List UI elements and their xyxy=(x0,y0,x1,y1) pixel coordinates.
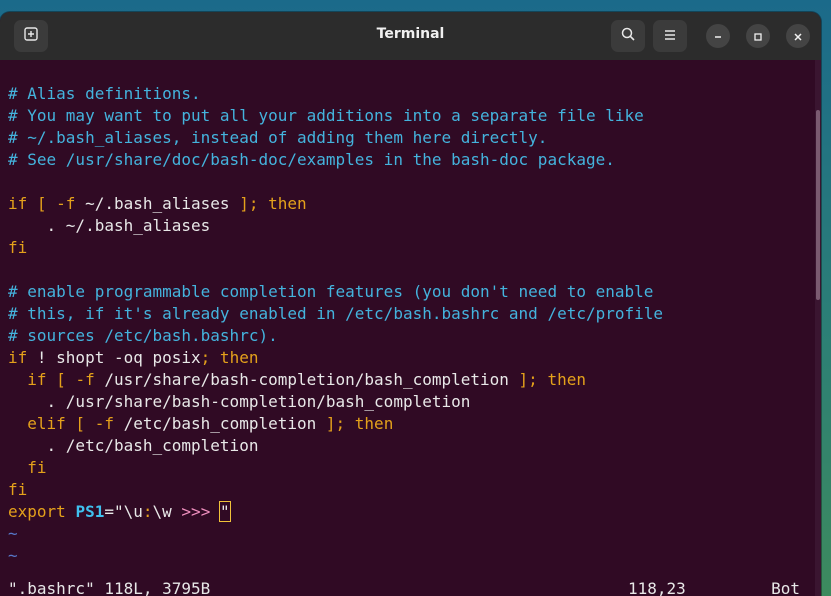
code-token: /etc/bash_completion xyxy=(113,414,326,433)
status-cursor-position: 118,23 xyxy=(628,579,686,596)
code-token: . /etc/bash_completion xyxy=(8,436,259,455)
code-line: if ! shopt -oq posix; then xyxy=(8,347,811,369)
code-line: ~ xyxy=(8,545,811,567)
code-token: -f xyxy=(56,194,76,213)
code-token: # Alias definitions. xyxy=(8,84,201,103)
code-token: ]; xyxy=(518,370,538,389)
code-token: -f xyxy=(94,414,114,433)
code-token: ~ xyxy=(8,546,18,565)
code-token: # You may want to put all your additions… xyxy=(8,106,644,125)
code-line: # See /usr/share/doc/bash-doc/examples i… xyxy=(8,149,811,171)
scrollbar-thumb[interactable] xyxy=(816,110,820,300)
close-button[interactable] xyxy=(786,24,810,48)
status-file-info: ".bashrc" 118L, 3795B xyxy=(8,579,211,596)
close-icon xyxy=(793,27,803,46)
code-token: -f xyxy=(75,370,95,389)
code-token: =" xyxy=(104,502,124,521)
code-line: ~ xyxy=(8,523,811,545)
code-token: then xyxy=(210,348,259,367)
code-line: # Alias definitions. xyxy=(8,83,811,105)
search-button[interactable] xyxy=(611,20,645,52)
code-token: if xyxy=(8,348,28,367)
code-token: then xyxy=(537,370,586,389)
code-token: export xyxy=(8,502,76,521)
maximize-icon xyxy=(753,27,763,46)
code-token: : xyxy=(142,502,153,521)
code-token: fi xyxy=(8,458,47,477)
code-line: if [ -f /usr/share/bash-completion/bash_… xyxy=(8,369,811,391)
maximize-button[interactable] xyxy=(746,24,770,48)
code-token: ]; xyxy=(239,194,259,213)
code-token: ~/.bash_aliases xyxy=(75,194,240,213)
code-line: . /etc/bash_completion xyxy=(8,435,811,457)
window-title: Terminal xyxy=(376,26,445,42)
code-line: # this, if it's already enabled in /etc/… xyxy=(8,303,811,325)
code-token: fi xyxy=(8,238,28,257)
code-token: ; xyxy=(200,348,211,367)
code-line: # enable programmable completion feature… xyxy=(8,281,811,303)
code-token: then xyxy=(258,194,307,213)
code-token: fi xyxy=(8,480,28,499)
code-token: ]; xyxy=(325,414,346,433)
code-line: fi xyxy=(8,479,811,501)
code-token: elif xyxy=(8,414,66,433)
code-token: # See /usr/share/doc/bash-doc/examples i… xyxy=(8,150,615,169)
code-token: if xyxy=(8,370,47,389)
code-token: . /usr/share/bash-completion/bash_comple… xyxy=(8,392,471,411)
code-token: \w xyxy=(152,502,182,521)
status-scroll-position: Bot xyxy=(771,579,800,596)
title-bar[interactable]: Terminal xyxy=(0,12,821,60)
code-line: elif [ -f /etc/bash_completion ]; then xyxy=(8,413,811,435)
code-token: # ~/.bash_aliases, instead of adding the… xyxy=(8,128,548,147)
code-line: export PS1="\u:\w >>> " xyxy=(8,501,811,523)
code-token: ! shopt -oq posix xyxy=(27,348,201,367)
code-line: fi xyxy=(8,457,811,479)
vim-editor-buffer[interactable]: # Alias definitions. # You may want to pu… xyxy=(8,83,811,567)
code-token: [ xyxy=(27,194,57,213)
code-token: # this, if it's already enabled in /etc/… xyxy=(8,304,664,323)
text-cursor: " xyxy=(218,501,231,522)
code-token: then xyxy=(345,414,394,433)
code-line: # You may want to put all your additions… xyxy=(8,105,811,127)
vim-status-line: ".bashrc" 118L, 3795B 118,23 Bot xyxy=(8,578,800,596)
code-token: PS1 xyxy=(75,502,105,521)
code-token: ~ xyxy=(8,524,18,543)
code-line: fi xyxy=(8,237,811,259)
search-icon xyxy=(620,26,636,46)
menu-button[interactable] xyxy=(653,20,687,52)
terminal-window: Terminal # Alias definitions. # You may … xyxy=(0,12,821,596)
code-token: # enable programmable completion feature… xyxy=(8,282,654,301)
hamburger-menu-icon xyxy=(663,27,677,46)
code-line: . /usr/share/bash-completion/bash_comple… xyxy=(8,391,811,413)
code-token: # sources /etc/bash.bashrc). xyxy=(8,326,278,345)
code-token: [ xyxy=(46,370,76,389)
code-token: /usr/share/bash-completion/bash_completi… xyxy=(94,370,519,389)
code-line: # ~/.bash_aliases, instead of adding the… xyxy=(8,127,811,149)
code-token: [ xyxy=(65,414,95,433)
code-line: if [ -f ~/.bash_aliases ]; then xyxy=(8,193,811,215)
code-line: # sources /etc/bash.bashrc). xyxy=(8,325,811,347)
code-token: \u xyxy=(123,502,143,521)
code-token: . ~/.bash_aliases xyxy=(8,216,211,235)
code-token: if xyxy=(8,194,28,213)
code-token: >>> xyxy=(181,502,220,521)
scrollbar[interactable] xyxy=(815,60,821,596)
minimize-button[interactable] xyxy=(706,24,730,48)
code-line: . ~/.bash_aliases xyxy=(8,215,811,237)
minimize-icon xyxy=(713,27,723,46)
